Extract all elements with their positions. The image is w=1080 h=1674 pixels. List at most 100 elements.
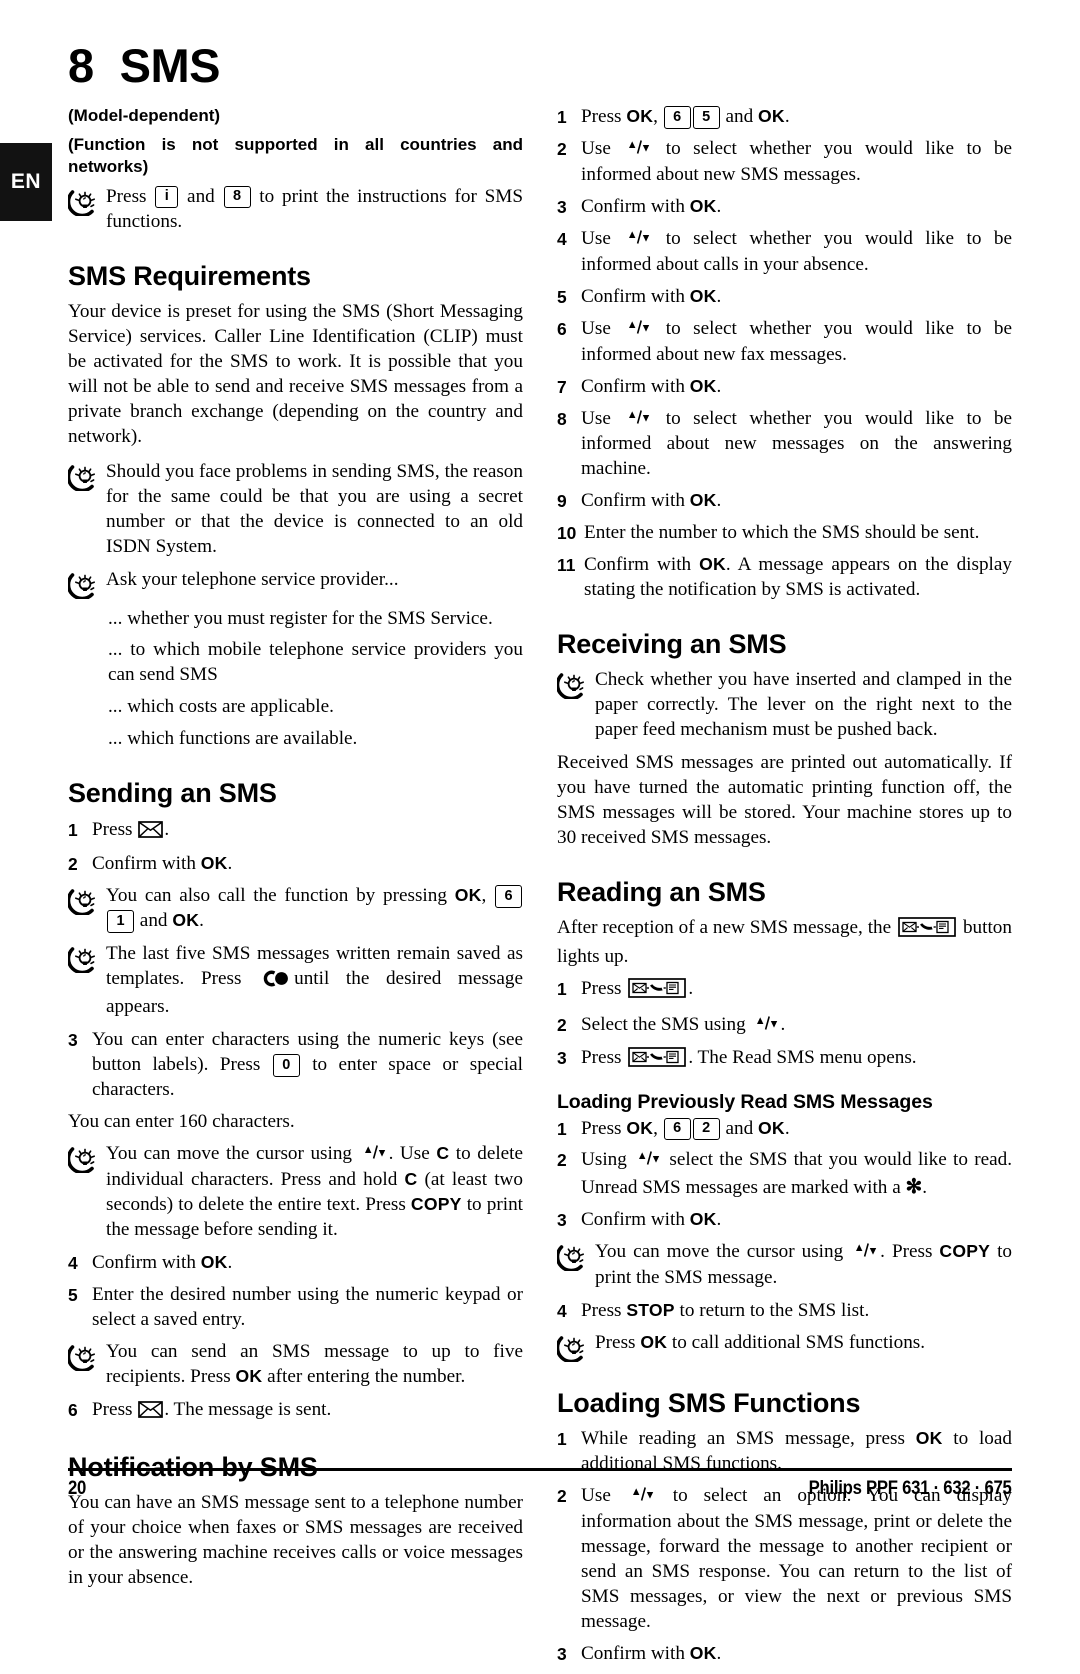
tip-paper-check-text: Check whether you have inserted and clam…	[595, 669, 1012, 741]
key-ok[interactable]: OK	[455, 885, 482, 905]
key-ok[interactable]: OK	[626, 106, 653, 126]
step-number: 2	[68, 854, 78, 875]
key-ok[interactable]: OK	[201, 1252, 228, 1272]
lightbulb-tip-icon	[68, 185, 106, 216]
key-ok[interactable]: OK	[916, 1428, 943, 1448]
redial-icon[interactable]	[261, 970, 291, 995]
step-number: 5	[68, 1284, 78, 1305]
key-ok[interactable]: OK	[690, 376, 717, 396]
step-number: 8	[557, 408, 567, 429]
key-ok[interactable]: OK	[201, 853, 228, 873]
loading-read-step-4: 4 Press STOP to return to the SMS list.	[557, 1300, 870, 1322]
key-ok[interactable]: OK	[690, 286, 717, 306]
sms-message-button-icon[interactable]	[898, 917, 956, 945]
step-number: 3	[557, 1644, 567, 1665]
step-number: 3	[557, 1048, 567, 1069]
step-number: 11	[557, 555, 576, 576]
notification-step-4: 4 Use to select whether you would like t…	[557, 227, 1012, 275]
notification-step-3: 3 Confirm with OK.	[557, 195, 722, 217]
tip-sending-problems-text: Should you face problems in sending SMS,…	[106, 460, 523, 557]
key-copy[interactable]: COPY	[939, 1241, 990, 1261]
page-footer: 20 Philips PPF 631 · 632 · 675	[68, 1478, 1012, 1500]
key-5[interactable]: 5	[692, 106, 720, 129]
key-ok[interactable]: OK	[690, 196, 717, 216]
up-down-arrow-icon[interactable]	[753, 1014, 779, 1039]
sms-requirements-paragraph: Your device is preset for using the SMS …	[68, 300, 523, 447]
key-c[interactable]: C	[436, 1143, 449, 1163]
key-ok[interactable]: OK	[640, 1332, 667, 1352]
envelope-icon[interactable]	[138, 820, 164, 846]
key-ok[interactable]: OK	[626, 1118, 653, 1138]
key-ok[interactable]: OK	[690, 1643, 717, 1663]
step-number: 1	[557, 107, 567, 127]
key-6[interactable]: 6	[495, 885, 523, 908]
up-down-arrow-icon[interactable]	[852, 1241, 878, 1266]
tip-cursor-copy-text: You can move the cursor using . Press CO…	[595, 1241, 1012, 1289]
step-number: 4	[68, 1252, 78, 1273]
notification-step-5: 5 Confirm with OK.	[557, 285, 722, 307]
provider-question-3: ... which costs are applicable.	[108, 696, 334, 718]
heading-loading-sms-functions: Loading SMS Functions	[557, 1388, 861, 1419]
up-down-arrow-icon[interactable]	[625, 228, 651, 253]
key-c[interactable]: C	[404, 1169, 417, 1189]
key-ok[interactable]: OK	[172, 910, 199, 930]
provider-question-4: ... which functions are available.	[108, 728, 358, 750]
left-column: (Model-dependent) (Function is not suppo…	[68, 105, 523, 1601]
up-down-arrow-icon[interactable]	[625, 318, 651, 343]
notification-step-11: 11 Confirm with OK. A message appears on…	[557, 554, 1012, 601]
tip-templates: The last five SMS messages written remai…	[68, 942, 523, 1020]
tip-call-function-text: You can also call the function by pressi…	[106, 884, 523, 934]
step-number: 1	[68, 819, 78, 840]
step-number: 3	[557, 1210, 567, 1231]
step-number: 3	[68, 1030, 78, 1051]
step-number: 3	[557, 196, 567, 217]
key-2[interactable]: 2	[692, 1117, 720, 1141]
function-support-note: (Function is not supported in all countr…	[68, 134, 523, 177]
key-ok[interactable]: OK	[758, 106, 785, 126]
right-column: 1 Press OK, 65 and OK. 2 Use to select w…	[557, 105, 1012, 1674]
key-1[interactable]: 1	[107, 910, 134, 933]
key-stop[interactable]: STOP	[626, 1300, 674, 1320]
up-down-arrow-icon[interactable]	[625, 408, 651, 433]
key-8[interactable]: 8	[223, 185, 251, 209]
up-down-arrow-icon[interactable]	[361, 1143, 387, 1168]
notification-step-1: 1 Press OK, 65 and OK.	[557, 106, 790, 129]
sms-message-button-icon[interactable]	[628, 978, 687, 1006]
tip-paper-check: Check whether you have inserted and clam…	[557, 668, 1012, 743]
loading-functions-step-2: 2 Use to select an option: You can displ…	[557, 1485, 1012, 1633]
key-i[interactable]: i	[155, 185, 179, 209]
tip-templates-text: The last five SMS messages written remai…	[106, 943, 523, 1018]
reading-step-2: 2 Select the SMS using .	[557, 1013, 1012, 1039]
tip-cursor-editing-text: You can move the cursor using . Use C to…	[106, 1142, 524, 1240]
receiving-paragraph: Received SMS messages are printed out au…	[557, 752, 1012, 849]
envelope-icon[interactable]	[138, 1400, 164, 1426]
tip-call-function: You can also call the function by pressi…	[68, 884, 523, 934]
tip-ask-provider-text: Ask your telephone service provider...	[106, 568, 399, 590]
asterisk-marker: ✻	[905, 1176, 923, 1199]
step-number: 7	[557, 376, 567, 397]
loading-read-step-3: 3 Confirm with OK.	[557, 1209, 722, 1231]
key-copy[interactable]: COPY	[411, 1194, 462, 1214]
manual-page: EN 8 SMS (Model-dependent) (Function is n…	[0, 0, 1080, 1664]
lightbulb-tip-icon	[557, 1240, 595, 1272]
key-ok[interactable]: OK	[236, 1366, 263, 1386]
up-down-arrow-icon[interactable]	[635, 1149, 661, 1174]
up-down-arrow-icon[interactable]	[625, 138, 651, 163]
step-number: 1	[557, 1429, 567, 1450]
heading-reading-an-sms: Reading an SMS	[557, 877, 766, 908]
key-6[interactable]: 6	[663, 1117, 691, 1141]
note-160-characters: You can enter 160 characters.	[68, 1111, 295, 1133]
step-number: 1	[557, 1118, 567, 1139]
step-number: 1	[557, 979, 567, 1000]
key-6[interactable]: 6	[663, 106, 691, 129]
key-ok[interactable]: OK	[758, 1118, 785, 1138]
key-0[interactable]: 0	[272, 1054, 300, 1077]
key-ok[interactable]: OK	[690, 1209, 717, 1229]
heading-sending-an-sms: Sending an SMS	[68, 778, 277, 809]
key-ok[interactable]: OK	[690, 490, 717, 510]
sms-message-button-icon[interactable]	[628, 1047, 687, 1075]
model-dependent-note: (Model-dependent)	[68, 106, 221, 125]
key-ok[interactable]: OK	[699, 554, 726, 574]
notification-step-2: 2 Use to select whether you would like t…	[557, 137, 1012, 185]
provider-question-2: ... to which mobile telephone service pr…	[108, 639, 523, 686]
